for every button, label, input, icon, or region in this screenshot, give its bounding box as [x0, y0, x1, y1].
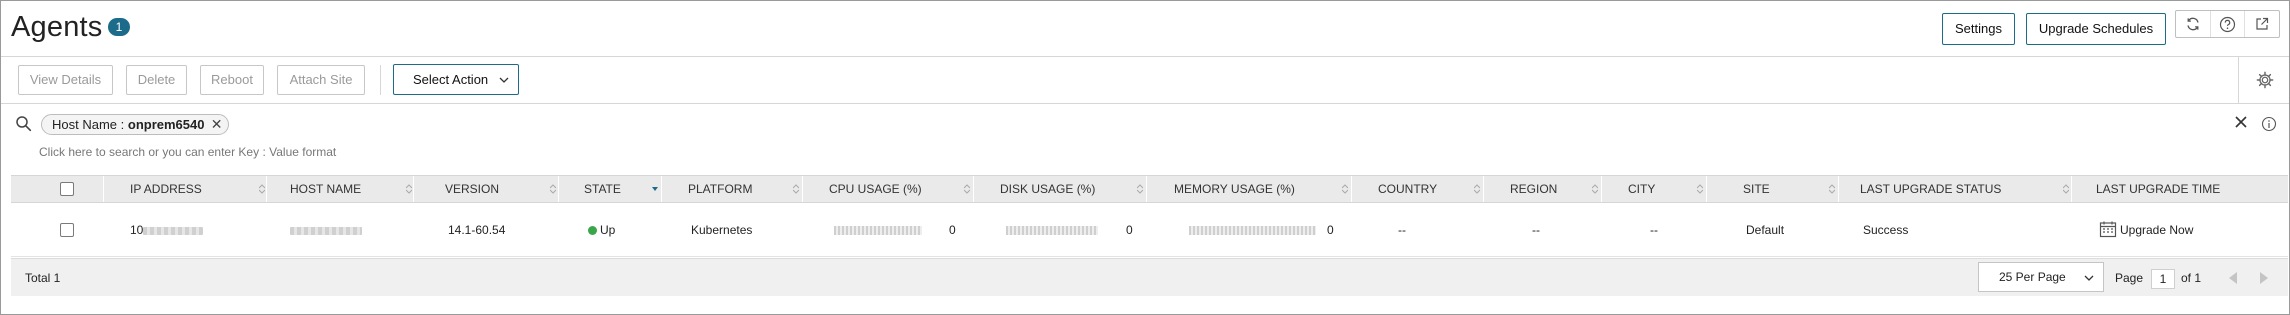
chevron-down-icon	[499, 77, 509, 83]
upgrade-now-link[interactable]: Upgrade Now	[2099, 204, 2193, 256]
col-cpu-usage[interactable]: CPU USAGE (%)	[829, 176, 922, 202]
page-title: Agents	[11, 11, 103, 43]
remove-chip-icon[interactable]: ✕	[211, 115, 223, 134]
info-icon[interactable]	[2261, 116, 2277, 132]
status-up-icon	[588, 226, 597, 235]
cell-site: Default	[1746, 223, 1785, 237]
view-details-button[interactable]: View Details	[18, 65, 113, 95]
col-host-name[interactable]: HOST NAME	[290, 176, 361, 202]
col-region[interactable]: REGION	[1510, 176, 1557, 202]
reboot-button[interactable]: Reboot	[200, 65, 264, 95]
table-row[interactable]: 10 14.1-60.54 Up Kubernetes 0 0 0 -- -- …	[11, 204, 2288, 257]
table-footer: Total 1 25 Per Page Page 1 of 1	[11, 258, 2288, 296]
table-header: IP ADDRESS HOST NAME VERSION STATE PLATF…	[11, 175, 2288, 203]
total-count: Total 1	[25, 271, 61, 285]
toolbar-divider	[380, 65, 381, 95]
search-hint: Click here to search or you can enter Ke…	[39, 145, 337, 159]
redacted-ip	[143, 226, 204, 235]
select-action-dropdown[interactable]: Select Action	[393, 64, 519, 95]
col-last-upgrade-status[interactable]: LAST UPGRADE STATUS	[1860, 176, 2001, 202]
row-checkbox[interactable]	[60, 223, 74, 237]
col-country[interactable]: COUNTRY	[1378, 176, 1437, 202]
cpu-usage-bar	[834, 226, 922, 235]
prev-page-icon[interactable]	[2227, 271, 2239, 285]
page-total-label: of 1	[2181, 271, 2202, 285]
col-city[interactable]: CITY	[1628, 176, 1655, 202]
col-site[interactable]: SITE	[1743, 176, 1770, 202]
next-page-icon[interactable]	[2258, 271, 2270, 285]
col-ip-address[interactable]: IP ADDRESS	[130, 176, 202, 202]
cell-country: --	[1398, 223, 1406, 237]
external-link-icon[interactable]	[2245, 11, 2279, 37]
delete-button[interactable]: Delete	[126, 65, 187, 95]
table-settings-button[interactable]	[2238, 57, 2290, 103]
agents-page: Agents 1 Settings Upgrade Schedules View…	[0, 0, 2290, 315]
cell-city: --	[1650, 223, 1658, 237]
header-icon-group	[2175, 10, 2280, 38]
cell-version: 14.1-60.54	[448, 223, 506, 237]
cell-disk-usage: 0	[1126, 223, 1133, 237]
page-label: Page	[2115, 271, 2144, 285]
redacted-host-name	[290, 226, 362, 235]
select-all-checkbox[interactable]	[60, 182, 74, 196]
chip-value: onprem6540	[127, 117, 205, 132]
cell-state: Up	[588, 204, 615, 256]
select-action-label: Select Action	[413, 72, 489, 87]
settings-button[interactable]: Settings	[1942, 13, 2015, 45]
page-header: Agents 1 Settings Upgrade Schedules	[1, 1, 2289, 53]
col-disk-usage[interactable]: DISK USAGE (%)	[1000, 176, 1095, 202]
count-badge: 1	[108, 18, 130, 36]
col-state[interactable]: STATE	[584, 176, 621, 202]
clear-search-icon[interactable]	[2234, 115, 2248, 129]
per-page-select[interactable]: 25 Per Page	[1978, 262, 2104, 292]
upgrade-schedules-button[interactable]: Upgrade Schedules	[2026, 13, 2166, 45]
memory-usage-bar	[1189, 226, 1316, 235]
search-filter-chip[interactable]: Host Name : onprem6540 ✕	[41, 114, 230, 135]
col-last-upgrade-time[interactable]: LAST UPGRADE TIME	[2096, 176, 2220, 202]
gear-icon	[2256, 71, 2273, 89]
search-icon	[16, 116, 32, 132]
cell-platform: Kubernetes	[691, 223, 753, 237]
action-toolbar: View Details Delete Reboot Attach Site S…	[1, 56, 2289, 104]
col-version[interactable]: VERSION	[445, 176, 499, 202]
col-platform[interactable]: PLATFORM	[688, 176, 752, 202]
disk-usage-bar	[1006, 226, 1098, 235]
cell-memory-usage: 0	[1327, 223, 1334, 237]
cell-region: --	[1532, 223, 1540, 237]
calendar-icon	[2099, 221, 2117, 238]
page-number-input[interactable]: 1	[2151, 269, 2175, 289]
sort-desc-icon	[652, 187, 658, 191]
cell-last-upgrade-status: Success	[1863, 223, 1909, 237]
cell-cpu-usage: 0	[949, 223, 956, 237]
search-bar[interactable]: Host Name : onprem6540 ✕ Click here to s…	[1, 105, 2289, 169]
col-memory-usage[interactable]: MEMORY USAGE (%)	[1174, 176, 1295, 202]
cell-ip-address: 10	[130, 204, 204, 256]
cell-host-name	[290, 204, 362, 256]
attach-site-button[interactable]: Attach Site	[277, 65, 365, 95]
chevron-down-icon	[2084, 275, 2094, 281]
help-icon[interactable]	[2211, 11, 2246, 37]
chip-key: Host Name :	[52, 117, 125, 132]
refresh-icon[interactable]	[2176, 11, 2211, 37]
